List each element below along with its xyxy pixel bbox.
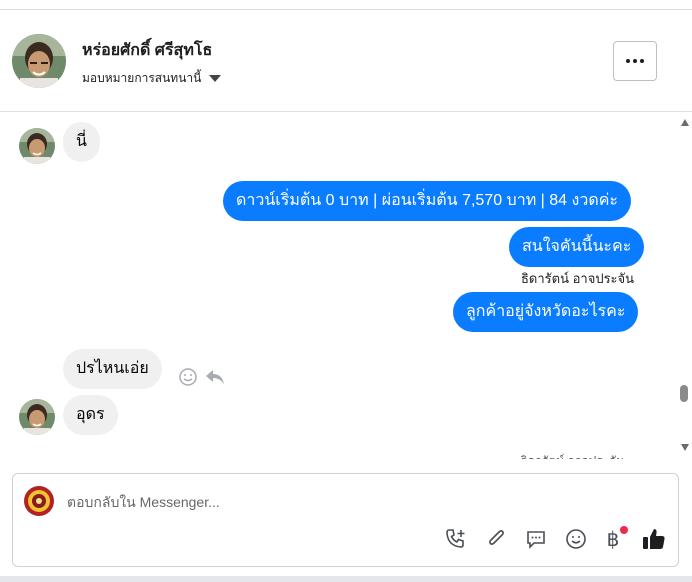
assign-label: มอบหมายการสนทนานี้	[82, 71, 202, 85]
message-sender-partial: ธิดารัตน์ อาจประจัน	[520, 451, 624, 459]
contact-avatar-small	[19, 399, 55, 435]
payment-button[interactable]: ฿	[600, 525, 628, 553]
composer-toolbar: ฿	[443, 525, 673, 555]
emoji-button[interactable]	[563, 525, 589, 553]
call-button[interactable]	[443, 525, 469, 553]
emoji-icon	[566, 529, 586, 549]
conversation-window: หร่อยศักดิ์ ศรีสุทโธ มอบหมายการสนทนานี้ …	[0, 0, 692, 582]
more-options-button[interactable]	[613, 41, 657, 81]
contact-name: หร่อยศักดิ์ ศรีสุทโธ	[82, 42, 213, 59]
outgoing-message: ดาวน์เริ่มต้น 0 บาท | ผ่อนเริ่มต้น 7,570…	[223, 181, 632, 221]
smiley-icon[interactable]	[178, 367, 198, 392]
phone-plus-icon	[446, 529, 465, 548]
outgoing-message: สนใจคันนี้นะคะ	[509, 227, 645, 267]
contact-avatar[interactable]	[12, 34, 66, 88]
scroll-thumb[interactable]	[680, 385, 688, 402]
contact-avatar-small	[19, 128, 55, 164]
message-list[interactable]: นี่ ดาวน์เริ่มต้น 0 บาท | ผ่อนเริ่มต้น 7…	[0, 113, 692, 459]
message-actions	[178, 367, 226, 392]
paperclip-icon	[489, 530, 504, 545]
more-dots-icon	[626, 59, 630, 63]
incoming-message: ปรไหนเอ่ย	[63, 349, 162, 389]
saved-replies-button[interactable]	[523, 525, 549, 553]
scroll-down-arrow-icon[interactable]	[681, 444, 689, 451]
like-button[interactable]	[641, 525, 667, 553]
incoming-message: นี่	[63, 122, 100, 162]
notification-dot	[620, 526, 628, 534]
conversation-header: หร่อยศักดิ์ ศรีสุทโธ มอบหมายการสนทนานี้	[0, 10, 692, 112]
reply-arrow-icon[interactable]	[204, 367, 226, 392]
reply-input[interactable]	[67, 492, 627, 512]
message-sender: ธิดารัตน์ อาจประจัน	[521, 271, 635, 286]
page-avatar	[23, 485, 55, 517]
baht-icon: ฿	[606, 527, 620, 551]
caret-down-icon	[209, 75, 222, 82]
attach-button[interactable]	[483, 525, 509, 553]
scroll-up-arrow-icon[interactable]	[681, 119, 689, 126]
bottom-strip	[0, 576, 692, 582]
incoming-message: อุดร	[63, 395, 118, 435]
chat-scrollbar[interactable]	[678, 113, 692, 459]
chat-bubble-icon	[527, 531, 545, 549]
reply-composer: ฿	[12, 473, 679, 567]
outgoing-message: ลูกค้าอยู่จังหวัดอะไรคะ	[453, 292, 639, 332]
assign-conversation[interactable]: มอบหมายการสนทนานี้	[82, 69, 222, 88]
thumbs-up-icon	[643, 529, 665, 549]
